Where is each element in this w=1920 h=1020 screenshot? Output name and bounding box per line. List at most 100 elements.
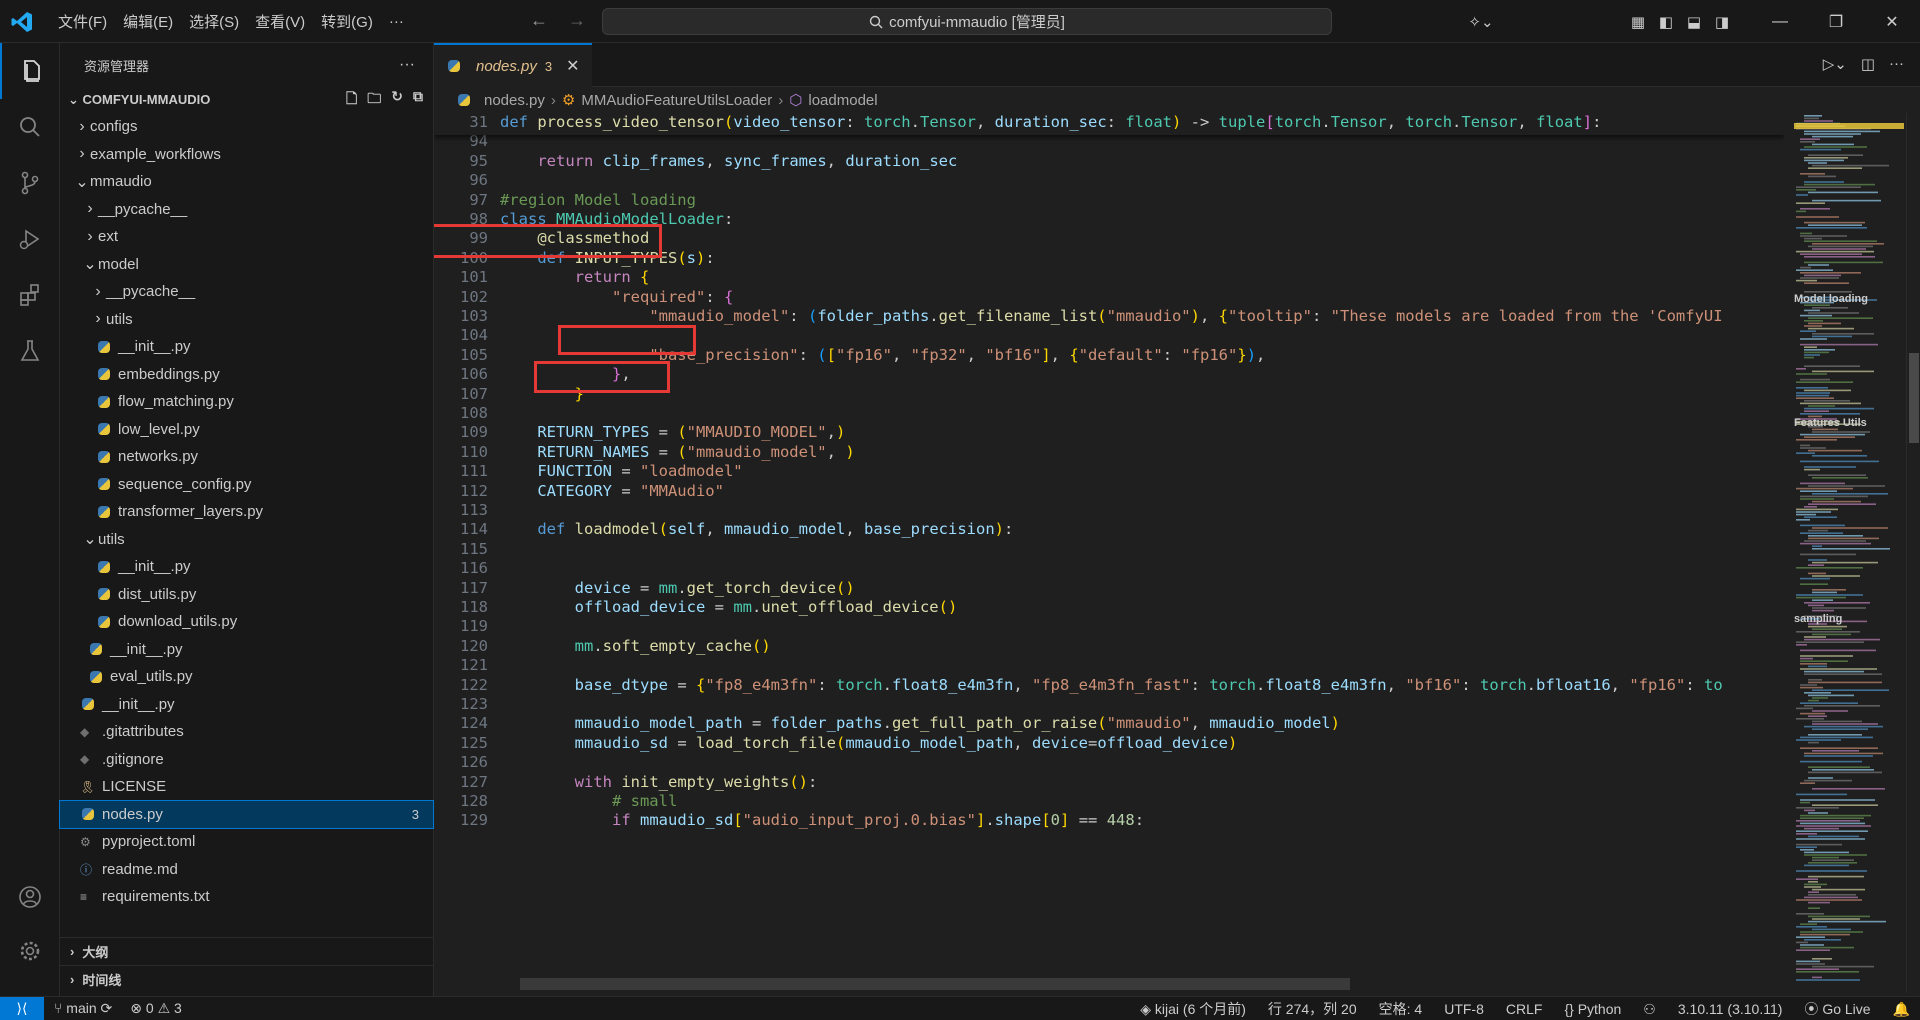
outline-section[interactable]: › 大纲: [60, 937, 434, 964]
folder-item[interactable]: › __pycache__: [60, 196, 433, 224]
file-item[interactable]: ≡ requirements.txt: [60, 883, 433, 911]
command-center-search[interactable]: comfyui-mmaudio [管理员]: [602, 8, 1332, 35]
new-file-icon[interactable]: 🗋: [346, 88, 357, 112]
language-mode[interactable]: {} Python: [1564, 1001, 1621, 1017]
source-control-icon[interactable]: [0, 155, 60, 211]
file-item[interactable]: dist_utils.py: [60, 581, 433, 609]
tree-item-label: sequence_config.py: [118, 475, 252, 493]
remote-indicator-icon[interactable]: ⟩⟨: [0, 996, 44, 1020]
file-item[interactable]: ⚙ pyproject.toml: [60, 828, 433, 856]
back-arrow-icon[interactable]: ←: [530, 10, 548, 31]
tree-item-label: model: [98, 255, 139, 273]
menu-more[interactable]: ···: [381, 13, 412, 30]
menu-go[interactable]: 转到(G): [313, 11, 381, 32]
problems-indicator[interactable]: ⊗ 0 ⚠ 3: [130, 1000, 182, 1017]
file-item[interactable]: low_level.py: [60, 416, 433, 444]
close-window-icon[interactable]: ✕: [1864, 12, 1920, 32]
file-item[interactable]: networks.py: [60, 443, 433, 471]
breadcrumb-class[interactable]: MMAudioFeatureUtilsLoader: [581, 92, 772, 109]
file-item[interactable]: ⓘ readme.md: [60, 856, 433, 884]
menu-view[interactable]: 查看(V): [247, 11, 313, 32]
extensions-icon[interactable]: [0, 267, 60, 323]
file-item[interactable]: nodes.py 3: [59, 799, 434, 829]
file-item[interactable]: 🎗 LICENSE: [60, 773, 433, 801]
git-branch[interactable]: ⑂ main ⟳: [54, 1000, 112, 1017]
minimap[interactable]: Model loading Features Utils sampling: [1786, 113, 1906, 993]
code-editor[interactable]: 31 def process_video_tensor(video_tensor:…: [434, 113, 1784, 993]
file-item[interactable]: eval_utils.py: [60, 663, 433, 691]
tree-item-label: ext: [98, 228, 119, 246]
forward-arrow-icon[interactable]: →: [568, 10, 586, 31]
run-debug-icon[interactable]: [0, 211, 60, 267]
timeline-section[interactable]: › 时间线: [60, 965, 434, 992]
blame-text: kijai (6 个月前): [1154, 1001, 1246, 1017]
folder-item[interactable]: › utils: [60, 306, 433, 334]
chevron-right-icon: ›: [70, 943, 75, 959]
menu-edit[interactable]: 编辑(E): [115, 11, 181, 32]
split-editor-icon[interactable]: ◫: [1861, 55, 1875, 73]
folder-item[interactable]: › ext: [60, 223, 433, 251]
breadcrumb-file[interactable]: nodes.py: [484, 92, 545, 109]
account-icon[interactable]: [0, 869, 60, 925]
tree-item-label: example_workflows: [90, 145, 221, 163]
menu-file[interactable]: 文件(F): [50, 11, 115, 32]
folder-item[interactable]: ⌄ model: [60, 251, 433, 279]
tab-nodes-py[interactable]: nodes.py 3 ✕: [434, 43, 592, 87]
folder-item[interactable]: ⌄ utils: [60, 526, 433, 554]
search-icon[interactable]: [0, 99, 60, 155]
file-item[interactable]: __init__.py: [60, 553, 433, 581]
folder-item[interactable]: › configs: [60, 113, 433, 141]
restore-icon[interactable]: ❐: [1808, 12, 1864, 32]
collapse-all-icon[interactable]: ⧉: [413, 88, 423, 112]
testing-flask-icon[interactable]: [0, 323, 60, 379]
close-tab-icon[interactable]: ✕: [566, 56, 579, 76]
file-item[interactable]: download_utils.py: [60, 608, 433, 636]
toggle-secondary-sidebar-icon[interactable]: ◨: [1708, 13, 1736, 31]
notifications-bell-icon[interactable]: 🔔: [1893, 1001, 1910, 1018]
encoding[interactable]: UTF-8: [1444, 1001, 1484, 1017]
vertical-scrollbar[interactable]: [1906, 113, 1920, 993]
explorer-icon[interactable]: [0, 43, 60, 99]
file-item[interactable]: __init__.py: [60, 636, 433, 664]
file-item[interactable]: embeddings.py: [60, 361, 433, 389]
more-actions-icon[interactable]: ···: [399, 56, 415, 74]
sync-icon[interactable]: ⟳: [101, 1000, 113, 1016]
file-item[interactable]: ◆ .gitignore: [60, 746, 433, 774]
indentation[interactable]: 空格: 4: [1379, 999, 1423, 1019]
code-text: with init_empty_weights():: [574, 772, 818, 791]
more-actions-icon[interactable]: ···: [1889, 55, 1904, 73]
copilot-icon[interactable]: ✧⌄: [1458, 13, 1504, 31]
highlight-box-mmaudio-model: [558, 325, 696, 355]
customize-layout-icon[interactable]: ▦: [1624, 13, 1652, 31]
cursor-position[interactable]: 行 274，列 20: [1268, 999, 1357, 1019]
new-folder-icon[interactable]: 🗀: [367, 88, 381, 112]
settings-gear-icon[interactable]: [0, 923, 60, 979]
scrollbar-thumb[interactable]: [1909, 353, 1919, 443]
python-file-icon: [98, 615, 110, 628]
file-item[interactable]: ◆ .gitattributes: [60, 718, 433, 746]
folder-item[interactable]: › example_workflows: [60, 141, 433, 169]
python-interpreter[interactable]: 3.10.11 (3.10.11): [1678, 1001, 1783, 1017]
tree-item-label: download_utils.py: [118, 613, 238, 631]
folder-item[interactable]: › __pycache__: [60, 278, 433, 306]
run-python-icon[interactable]: ▷⌄: [1823, 55, 1847, 73]
minimize-icon[interactable]: —: [1752, 13, 1808, 31]
file-item[interactable]: flow_matching.py: [60, 388, 433, 416]
toggle-panel-icon[interactable]: ⬓: [1680, 13, 1708, 31]
toggle-primary-sidebar-icon[interactable]: ◧: [1652, 13, 1680, 31]
file-item[interactable]: transformer_layers.py: [60, 498, 433, 526]
file-item[interactable]: sequence_config.py: [60, 471, 433, 499]
folder-item[interactable]: ⌄ mmaudio: [60, 168, 433, 196]
copilot-status-icon[interactable]: ⚇: [1643, 1001, 1656, 1018]
breadcrumb-method[interactable]: loadmodel: [808, 92, 877, 109]
menu-selection[interactable]: 选择(S): [181, 11, 247, 32]
project-root[interactable]: ⌄ COMFYUI-MMAUDIO 🗋 🗀 ↻ ⧉: [60, 87, 433, 113]
horizontal-scrollbar[interactable]: [520, 978, 1350, 990]
file-item[interactable]: __init__.py: [60, 691, 433, 719]
minimap-section-label: sampling: [1794, 613, 1843, 625]
refresh-icon[interactable]: ↻: [391, 88, 403, 112]
git-blame[interactable]: ◈ kijai (6 个月前): [1140, 999, 1246, 1019]
line-ending[interactable]: CRLF: [1506, 1001, 1543, 1017]
file-item[interactable]: __init__.py: [60, 333, 433, 361]
go-live-button[interactable]: ⦿ Go Live: [1804, 999, 1870, 1019]
